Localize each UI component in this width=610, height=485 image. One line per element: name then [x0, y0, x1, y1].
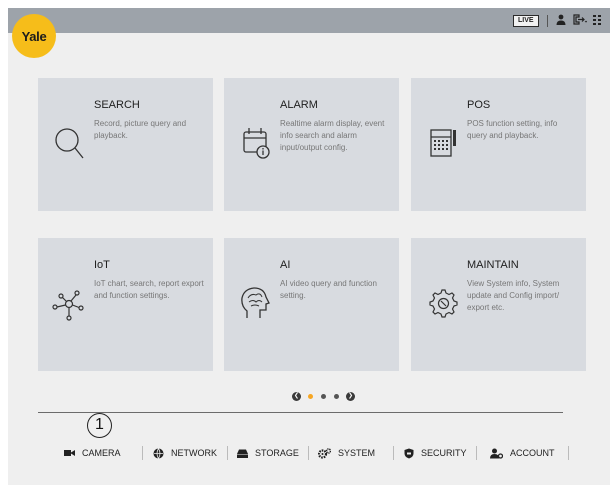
tile-description: IoT chart, search, report export and fun…	[94, 279, 204, 300]
tile-title: IoT	[94, 259, 110, 271]
annotation-number: 1	[87, 413, 112, 438]
globe-icon	[153, 447, 164, 459]
nav-storage[interactable]: STORAGE	[237, 446, 299, 460]
menu-grid-icon[interactable]	[593, 14, 601, 27]
pos-terminal-icon	[430, 129, 456, 157]
live-button[interactable]: LIVE	[513, 15, 539, 27]
nav-separator	[308, 446, 309, 460]
page-dots	[304, 393, 343, 399]
iot-network-icon	[52, 290, 84, 321]
gears-icon	[318, 447, 331, 459]
nav-label: STORAGE	[255, 448, 299, 458]
app-window: LIVE Yale SEARCH Record, picture query a…	[8, 8, 610, 485]
nav-separator	[393, 446, 394, 460]
tile-title: AI	[280, 259, 291, 271]
calendar-info-icon	[243, 128, 270, 159]
tile-iot[interactable]: IoT IoT chart, search, report export and…	[38, 238, 213, 371]
tile-title: POS	[467, 99, 491, 111]
nav-label: ACCOUNT	[510, 448, 555, 458]
tile-description: Realtime alarm display, event info searc…	[280, 119, 385, 152]
tile-description: AI video query and function setting.	[280, 279, 377, 300]
nav-separator	[568, 446, 569, 460]
nav-system[interactable]: SYSTEM	[318, 446, 375, 460]
user-icon[interactable]	[556, 14, 566, 27]
tile-alarm[interactable]: ALARM Realtime alarm display, event info…	[224, 78, 399, 211]
yale-logo: Yale	[12, 14, 56, 58]
tile-maintain[interactable]: MAINTAIN View System info, System update…	[411, 238, 586, 371]
nav-label: SYSTEM	[338, 448, 376, 458]
nav-network[interactable]: NETWORK	[153, 446, 217, 460]
nav-label: SECURITY	[421, 448, 467, 458]
maintain-gear-icon	[429, 289, 458, 318]
nav-security[interactable]: SECURITY	[404, 446, 467, 460]
page-dot[interactable]	[334, 393, 339, 399]
storage-icon	[237, 449, 248, 458]
ai-head-icon	[241, 287, 270, 318]
next-page-icon[interactable]: ❯	[346, 391, 355, 401]
tile-title: ALARM	[280, 99, 318, 111]
tile-title: MAINTAIN	[467, 259, 519, 271]
magnifier-icon	[55, 128, 84, 159]
logout-icon[interactable]	[573, 14, 588, 27]
page-dot-active[interactable]	[308, 393, 313, 399]
nav-separator	[476, 446, 477, 460]
page-indicator: ❮ ❯	[289, 391, 358, 401]
tile-pos[interactable]: POS POS function setting, info query and…	[411, 78, 586, 211]
shield-icon	[404, 448, 414, 458]
nav-account[interactable]: ACCOUNT	[490, 446, 555, 460]
top-bar: LIVE	[8, 8, 610, 33]
tile-description: View System info, System update and Conf…	[467, 279, 560, 312]
nav-separator	[227, 446, 228, 460]
nav-label: NETWORK	[171, 448, 217, 458]
nav-separator	[142, 446, 143, 460]
tile-search[interactable]: SEARCH Record, picture query and playbac…	[38, 78, 213, 211]
tile-ai[interactable]: AI AI video query and function setting.	[224, 238, 399, 371]
camera-icon	[64, 450, 75, 456]
tile-description: Record, picture query and playback.	[94, 119, 187, 140]
topbar-separator	[547, 15, 548, 27]
nav-camera[interactable]: CAMERA	[64, 446, 121, 460]
prev-page-icon[interactable]: ❮	[292, 391, 301, 401]
page-dot[interactable]	[321, 393, 326, 399]
tile-title: SEARCH	[94, 99, 140, 111]
nav-label: CAMERA	[82, 448, 121, 458]
tile-description: POS function setting, info query and pla…	[467, 119, 558, 140]
nav-divider	[38, 412, 563, 413]
account-icon	[490, 448, 503, 459]
